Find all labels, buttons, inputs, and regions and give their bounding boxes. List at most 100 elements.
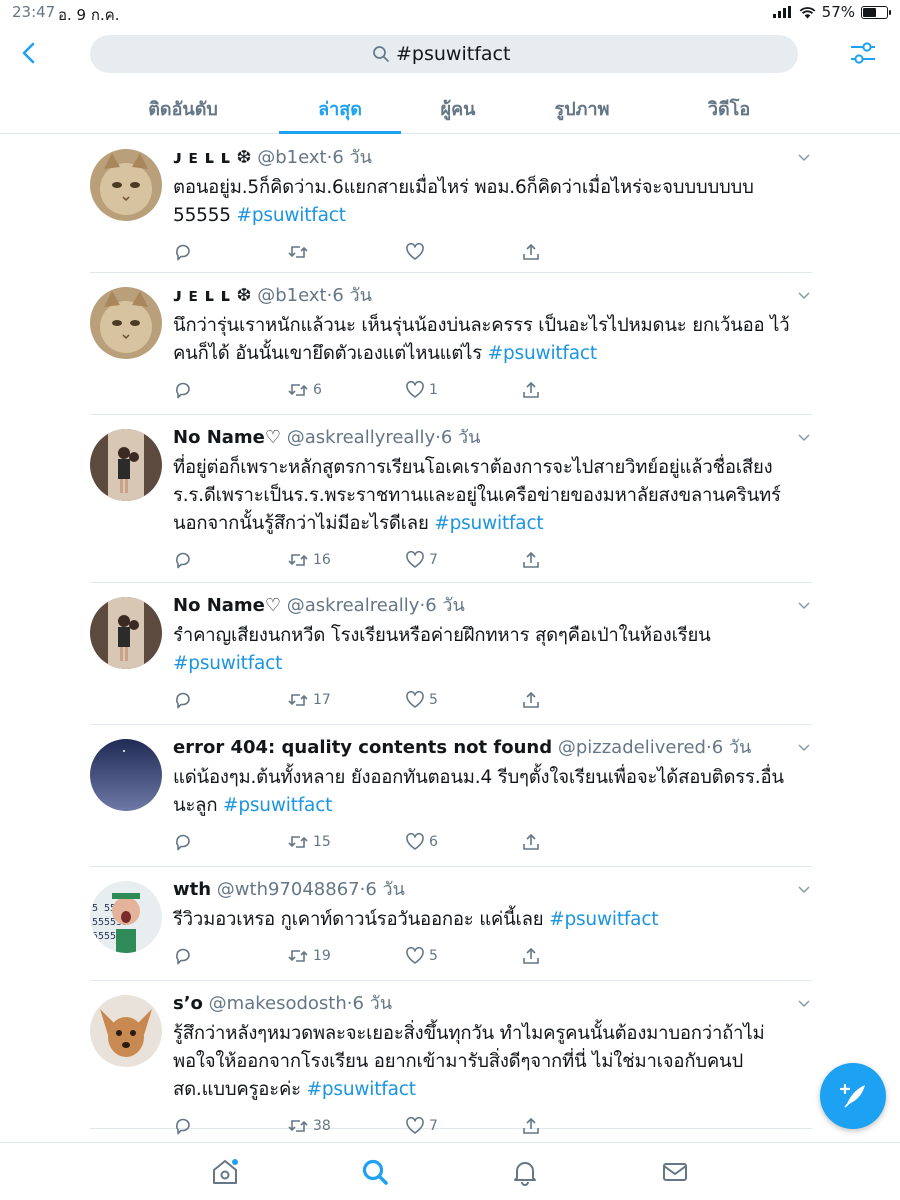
hashtag-link[interactable]: #psuwitfact bbox=[549, 909, 658, 930]
bell-icon[interactable] bbox=[510, 1157, 540, 1187]
like-button[interactable]: 6 bbox=[405, 832, 438, 852]
retweet-count: 6 bbox=[313, 382, 322, 398]
search-icon[interactable] bbox=[360, 1157, 390, 1187]
signal-icon bbox=[772, 6, 791, 18]
tab-photos[interactable]: รูปภาพ bbox=[555, 94, 610, 123]
back-button[interactable] bbox=[14, 36, 44, 70]
tweet[interactable]: 5 5555 555555 555555 wth @wth97048867·6 วัน… bbox=[90, 867, 812, 981]
tab-people[interactable]: ผู้คน bbox=[441, 94, 476, 123]
tweet[interactable]: No Name♡ @askreallyreally·6 วัน ที่อยู่ต่… bbox=[90, 415, 812, 583]
tweet[interactable]: ᴊ ᴇ ʟ ʟ ❆ @b1ext·6 วัน นึกว่ารุ่นเราหนักแ… bbox=[90, 273, 812, 415]
tweet-actions: 16 7 bbox=[173, 546, 792, 580]
tab-top[interactable]: ติดอันดับ bbox=[148, 94, 218, 123]
tweet[interactable]: No Name♡ @askrealreally·6 วัน รำคาญเสียงน… bbox=[90, 583, 812, 725]
chevron-down-icon[interactable] bbox=[796, 739, 812, 755]
chevron-down-icon[interactable] bbox=[796, 995, 812, 1011]
user-handle[interactable]: @pizzadelivered bbox=[558, 737, 706, 758]
retweet-button[interactable]: 16 bbox=[287, 550, 331, 570]
retweet-button[interactable]: 6 bbox=[287, 380, 322, 400]
tweet-time: 6 วัน bbox=[332, 285, 372, 306]
tweet-text: รู้สึกว่าหลังๆหมวดพละจะเยอะสิ่งขึ้นทุกวั… bbox=[173, 1023, 765, 1100]
user-handle[interactable]: @askrealreally bbox=[287, 595, 420, 616]
like-button[interactable]: 5 bbox=[405, 946, 438, 966]
home-icon[interactable] bbox=[210, 1157, 240, 1187]
tweet-time: 6 วัน bbox=[365, 879, 405, 900]
search-bar[interactable] bbox=[90, 35, 798, 73]
reply-button[interactable] bbox=[173, 380, 193, 400]
avatar[interactable] bbox=[90, 149, 162, 221]
share-button[interactable] bbox=[521, 550, 541, 570]
sliders-icon[interactable] bbox=[848, 38, 878, 68]
heart-icon bbox=[406, 242, 424, 260]
chevron-down-icon[interactable] bbox=[796, 597, 812, 613]
retweet-button[interactable]: 17 bbox=[287, 690, 331, 710]
like-button[interactable]: 1 bbox=[405, 380, 438, 400]
display-name[interactable]: s’o bbox=[173, 993, 203, 1014]
user-handle[interactable]: @b1ext bbox=[257, 147, 326, 168]
reply-button[interactable] bbox=[173, 832, 193, 852]
tweet[interactable]: s’o @makesodosth·6 วัน รู้สึกว่าหลังๆหมวด… bbox=[90, 981, 812, 1135]
avatar[interactable] bbox=[90, 995, 162, 1067]
hashtag-link[interactable]: #psuwitfact bbox=[434, 513, 543, 534]
like-button[interactable]: 7 bbox=[405, 1116, 438, 1136]
like-button[interactable]: 7 bbox=[405, 550, 438, 570]
chevron-down-icon[interactable] bbox=[796, 287, 812, 303]
compose-tweet-button[interactable] bbox=[820, 1063, 886, 1129]
user-handle[interactable]: @askreallyreally bbox=[287, 427, 435, 448]
like-button[interactable]: 5 bbox=[405, 690, 438, 710]
share-button[interactable] bbox=[521, 832, 541, 852]
retweet-button[interactable]: 19 bbox=[287, 946, 331, 966]
active-tab-indicator bbox=[279, 131, 401, 134]
retweet-button[interactable]: 15 bbox=[287, 832, 331, 852]
reply-button[interactable] bbox=[173, 1116, 193, 1136]
avatar[interactable] bbox=[90, 429, 162, 501]
retweet-button[interactable]: 38 bbox=[287, 1116, 331, 1136]
user-handle[interactable]: @b1ext bbox=[257, 285, 326, 306]
avatar[interactable]: 5 5555 555555 555555 bbox=[90, 881, 162, 953]
tweet-time: 6 วัน bbox=[332, 147, 372, 168]
tweet[interactable]: error 404: quality contents not found @p… bbox=[90, 725, 812, 867]
search-header bbox=[0, 30, 900, 76]
chevron-down-icon[interactable] bbox=[796, 881, 812, 897]
display-name[interactable]: wth bbox=[173, 879, 211, 900]
avatar[interactable] bbox=[90, 739, 162, 811]
retweet-button[interactable] bbox=[287, 242, 313, 262]
mail-icon[interactable] bbox=[660, 1157, 690, 1187]
display-name[interactable]: error 404: quality contents not found bbox=[173, 737, 552, 758]
retweet-count: 38 bbox=[313, 1118, 331, 1134]
reply-button[interactable] bbox=[173, 946, 193, 966]
chevron-down-icon[interactable] bbox=[796, 149, 812, 165]
display-name[interactable]: No Name♡ bbox=[173, 595, 281, 616]
reply-icon bbox=[175, 1118, 190, 1135]
hashtag-link[interactable]: #psuwitfact bbox=[307, 1079, 416, 1100]
share-button[interactable] bbox=[521, 380, 541, 400]
chevron-down-icon[interactable] bbox=[796, 429, 812, 445]
display-name[interactable]: ᴊ ᴇ ʟ ʟ ❆ bbox=[173, 147, 252, 168]
reply-button[interactable] bbox=[173, 550, 193, 570]
like-count: 1 bbox=[429, 382, 438, 398]
hashtag-link[interactable]: #psuwitfact bbox=[173, 653, 282, 674]
tweet-text: ตอนอยู่ม.5ก็คิดว่าม.6แยกสายเมื่อไหร่ พอม… bbox=[173, 177, 754, 226]
avatar[interactable] bbox=[90, 287, 162, 359]
share-button[interactable] bbox=[521, 1116, 541, 1136]
heart-icon bbox=[406, 832, 424, 850]
avatar[interactable] bbox=[90, 597, 162, 669]
like-button[interactable] bbox=[405, 242, 429, 262]
reply-button[interactable] bbox=[173, 690, 193, 710]
share-button[interactable] bbox=[521, 690, 541, 710]
share-button[interactable] bbox=[521, 946, 541, 966]
search-input[interactable] bbox=[396, 43, 516, 65]
display-name[interactable]: ᴊ ᴇ ʟ ʟ ❆ bbox=[173, 285, 252, 306]
hashtag-link[interactable]: #psuwitfact bbox=[237, 205, 346, 226]
tweet-time: 6 วัน bbox=[352, 993, 393, 1014]
hashtag-link[interactable]: #psuwitfact bbox=[488, 343, 597, 364]
display-name[interactable]: No Name♡ bbox=[173, 427, 281, 448]
user-handle[interactable]: @makesodosth bbox=[209, 993, 347, 1014]
tweet[interactable]: ᴊ ᴇ ʟ ʟ ❆ @b1ext·6 วัน ตอนอยู่ม.5ก็คิดว่า… bbox=[90, 135, 812, 273]
tab-videos[interactable]: วิดีโอ bbox=[708, 94, 750, 123]
share-button[interactable] bbox=[521, 242, 541, 262]
tab-latest[interactable]: ล่าสุด bbox=[318, 94, 362, 123]
user-handle[interactable]: @wth97048867 bbox=[217, 879, 360, 900]
reply-button[interactable] bbox=[173, 242, 193, 262]
hashtag-link[interactable]: #psuwitfact bbox=[223, 795, 332, 816]
